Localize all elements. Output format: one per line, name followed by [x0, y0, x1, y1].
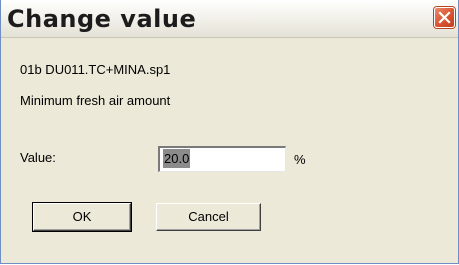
close-x-icon: [438, 11, 451, 24]
value-input[interactable]: 20.0: [158, 146, 286, 172]
cancel-button[interactable]: Cancel: [156, 203, 261, 231]
point-description-text: Minimum fresh air amount: [20, 93, 171, 108]
value-input-text: 20.0: [163, 149, 191, 168]
value-label: Value:: [20, 150, 56, 165]
ok-button-label: OK: [72, 209, 92, 224]
close-button[interactable]: [434, 7, 455, 28]
cancel-button-label: Cancel: [188, 209, 229, 224]
point-id-text: 01b DU011.TC+MINA.sp1: [20, 62, 171, 77]
ok-button[interactable]: OK: [32, 202, 132, 232]
change-value-dialog: Change value 01b DU011.TC+MINA.sp1 Minim…: [0, 0, 459, 264]
dialog-title: Change value: [7, 5, 197, 33]
title-bar[interactable]: Change value: [1, 0, 458, 38]
unit-label: %: [294, 152, 306, 167]
